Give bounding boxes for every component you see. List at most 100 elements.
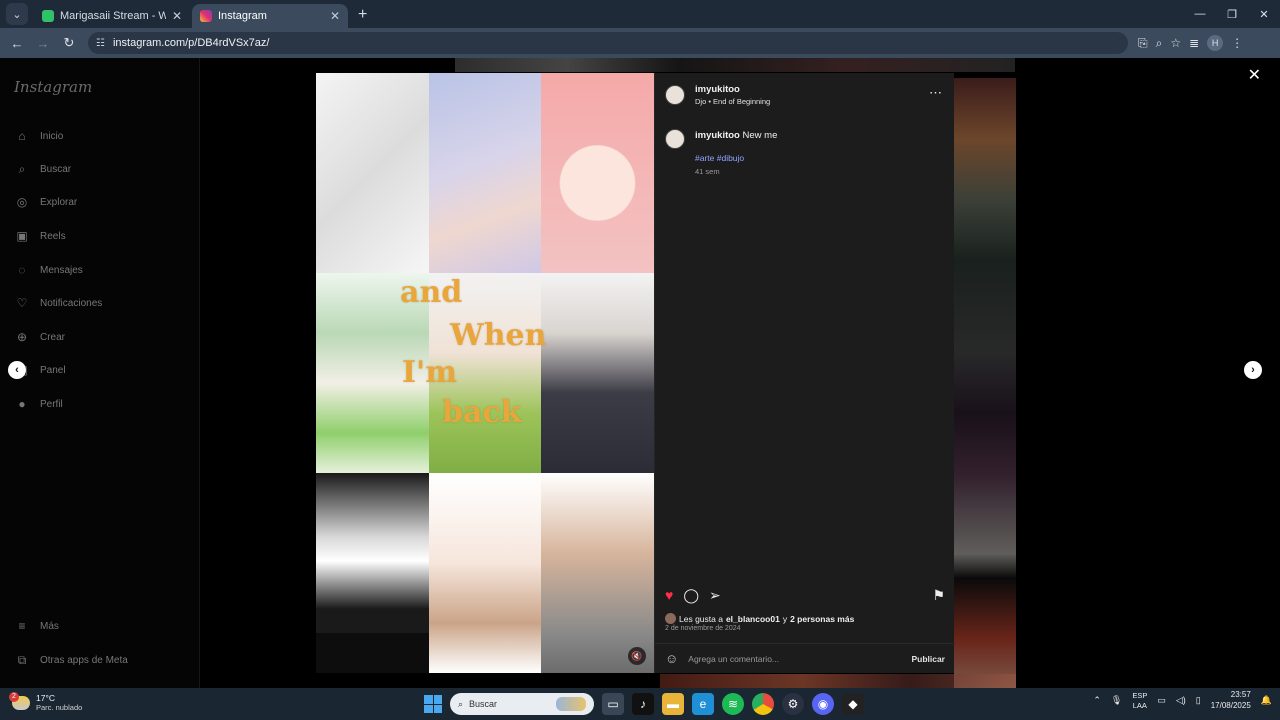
bookmark-star-icon[interactable]: ☆ <box>1170 36 1181 50</box>
share-icon[interactable]: ➢ <box>709 587 721 604</box>
close-tab-icon[interactable]: ✕ <box>172 9 182 23</box>
tab-search-button[interactable]: ⌄ <box>6 3 28 25</box>
publish-button[interactable]: Publicar <box>911 654 945 664</box>
artwork-suit-couple <box>541 273 654 473</box>
install-app-icon[interactable]: ⎘ <box>1138 36 1148 51</box>
windows-start-icon[interactable] <box>424 695 442 713</box>
weather-desc: Parc. nublado <box>36 703 83 712</box>
taskbar-search-placeholder: Buscar <box>469 699 498 709</box>
microphone-icon[interactable]: 🎙 <box>1111 695 1122 706</box>
tiktok-icon[interactable]: ♪ <box>632 693 654 715</box>
network-icon[interactable]: ▭ <box>1157 695 1166 706</box>
background-post-strip <box>660 674 1016 688</box>
zoom-icon[interactable]: ⌕ <box>1156 36 1163 51</box>
sidebar-item-explorar[interactable]: ◎ Explorar <box>0 188 200 216</box>
sidebar-item-perfil[interactable]: ● Perfil <box>0 390 200 418</box>
tray-overflow-icon[interactable]: ⌃ <box>1093 695 1101 706</box>
post-date: 2 de noviembre de 2024 <box>665 625 741 632</box>
discord-icon[interactable]: ◉ <box>812 693 834 715</box>
likes-others-link[interactable]: 2 personas más <box>790 614 854 624</box>
system-clock[interactable]: 23:57 17/08/2025 <box>1211 690 1251 712</box>
next-post-arrow-icon[interactable]: › <box>1244 361 1262 379</box>
comment-input[interactable]: Agrega un comentario... <box>688 654 901 664</box>
like-heart-icon[interactable]: ♥ <box>665 587 673 603</box>
search-highlight-image <box>556 697 586 711</box>
spotify-icon[interactable]: ≋ <box>722 693 744 715</box>
instagram-sidebar: Instagram ⌂ Inicio ⌕ Buscar ◎ Explorar ▣… <box>0 58 200 688</box>
tab-marigasaii[interactable]: Marigasaii Stream - Watch Live ✕ <box>34 4 190 28</box>
sidebar-item-meta-apps[interactable]: ⧉ Otras apps de Meta <box>0 646 200 674</box>
comment-icon[interactable]: ◯ <box>683 587 699 604</box>
post-audio-track[interactable]: Djo • End of Beginning <box>695 97 770 106</box>
post-media[interactable]: and When I'm back 🔇 <box>316 73 654 673</box>
likes-summary: Les gusta a el_blancoo01 y 2 personas má… <box>665 613 854 624</box>
likes-prefix: Les gusta a <box>679 613 723 624</box>
volume-icon[interactable]: ◁) <box>1176 695 1186 706</box>
epic-games-icon[interactable]: ◆ <box>842 693 864 715</box>
clock-time: 23:57 <box>1230 690 1251 699</box>
sidebar-item-notificaciones[interactable]: ♡ Notificaciones <box>0 289 200 317</box>
background-post-strip <box>954 78 1016 688</box>
more-options-icon[interactable]: ⋯ <box>929 85 942 101</box>
weather-widget[interactable]: 2 17°C Parc. nublado <box>9 691 83 712</box>
mute-audio-icon[interactable]: 🔇 <box>628 647 646 665</box>
instagram-logo[interactable]: Instagram <box>14 78 92 96</box>
sidebar-item-reels[interactable]: ▣ Reels <box>0 222 200 250</box>
forward-button[interactable]: → <box>32 36 54 51</box>
bookmark-icon[interactable]: ⚑ <box>932 587 945 604</box>
caption-hashtags[interactable]: #arte #dibujo <box>695 153 744 163</box>
chrome-icon[interactable] <box>752 693 774 715</box>
sidebar-item-buscar[interactable]: ⌕ Buscar <box>0 155 200 183</box>
menu-icon: ≡ <box>18 619 26 633</box>
home-icon: ⌂ <box>18 129 26 143</box>
file-explorer-icon[interactable]: ▬ <box>662 693 684 715</box>
instagram-favicon-icon <box>200 10 212 22</box>
address-bar[interactable]: ☷ instagram.com/p/DB4rdVSx7az/ <box>88 32 1128 54</box>
caption-age: 41 sem <box>695 167 720 176</box>
caption-username[interactable]: imyukitoo <box>695 130 740 141</box>
liker-username[interactable]: el_blancoo01 <box>726 614 780 624</box>
close-modal-icon[interactable]: ✕ <box>1248 65 1261 85</box>
sidebar-item-mas[interactable]: ≡ Más <box>0 612 200 640</box>
previous-post-arrow-icon[interactable]: ‹ <box>8 361 26 379</box>
author-username[interactable]: imyukitoo <box>695 84 740 95</box>
close-tab-icon[interactable]: ✕ <box>330 9 340 23</box>
reading-list-icon[interactable]: ≣ <box>1189 36 1199 50</box>
maximize-button[interactable]: ❐ <box>1216 8 1248 21</box>
close-window-button[interactable]: ✕ <box>1248 8 1280 21</box>
language-code: ESP <box>1132 691 1148 701</box>
sidebar-item-label: Más <box>40 620 59 632</box>
weather-cloud-icon: 2 <box>9 691 30 710</box>
tab-instagram[interactable]: Instagram ✕ <box>192 4 348 28</box>
browser-toolbar: ← → ↻ ☷ instagram.com/p/DB4rdVSx7az/ ⎘ ⌕… <box>0 28 1280 58</box>
sidebar-item-panel[interactable]: ▥ Panel <box>0 356 200 384</box>
site-info-icon[interactable]: ☷ <box>96 38 105 49</box>
sidebar-item-mensajes[interactable]: ◌ Mensajes <box>0 256 200 284</box>
language-indicator[interactable]: ESP LAA <box>1132 691 1147 710</box>
sidebar-item-label: Notificaciones <box>40 297 103 309</box>
overlay-word: back <box>442 395 522 430</box>
back-button[interactable]: ← <box>6 36 28 51</box>
profile-avatar[interactable]: H <box>1207 35 1224 51</box>
author-avatar[interactable] <box>665 85 685 105</box>
steam-icon[interactable]: ⚙ <box>782 693 804 715</box>
edge-icon[interactable]: e <box>692 693 714 715</box>
task-view-icon[interactable]: ▭ <box>602 693 624 715</box>
search-icon: ⌕ <box>458 698 464 709</box>
artwork-sketch <box>316 73 429 273</box>
taskbar-search[interactable]: ⌕ Buscar <box>450 693 594 715</box>
battery-icon[interactable]: ▯ <box>1196 695 1201 706</box>
sidebar-item-label: Perfil <box>40 398 63 410</box>
sidebar-item-crear[interactable]: ⊕ Crear <box>0 323 200 351</box>
reload-button[interactable]: ↻ <box>58 35 80 51</box>
comment-composer: ☺ Agrega un comentario... Publicar <box>655 643 955 673</box>
notifications-bell-icon[interactable]: 🔔 <box>1261 695 1272 706</box>
menu-kebab-icon[interactable]: ⋮ <box>1231 36 1243 50</box>
artwork-black-band <box>316 633 429 673</box>
new-tab-button[interactable]: + <box>358 6 367 24</box>
minimize-button[interactable]: — <box>1184 8 1216 20</box>
sidebar-item-inicio[interactable]: ⌂ Inicio <box>0 122 200 150</box>
caption-avatar[interactable] <box>665 129 685 149</box>
reels-icon: ▣ <box>16 229 28 243</box>
emoji-icon[interactable]: ☺ <box>665 651 678 666</box>
